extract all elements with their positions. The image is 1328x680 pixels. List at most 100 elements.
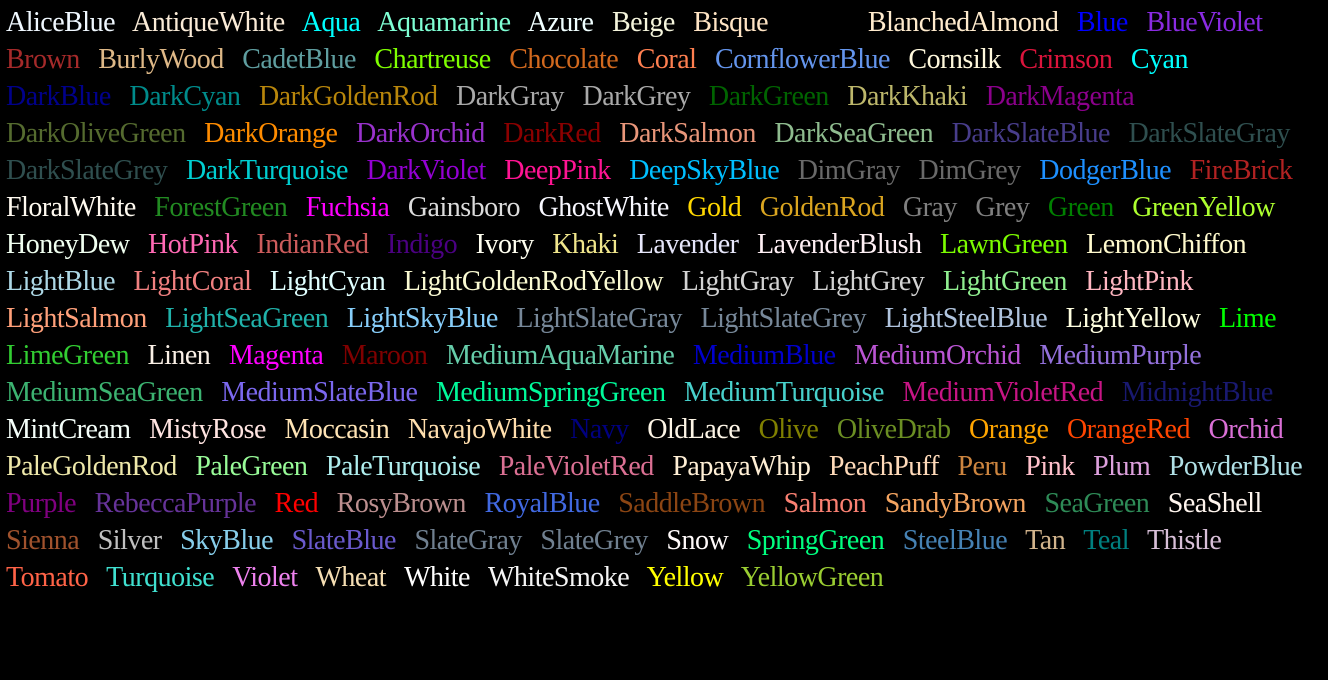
color-name-magenta: Magenta <box>228 340 324 371</box>
color-name-pink: Pink <box>1025 451 1075 482</box>
color-name-darkmagenta: DarkMagenta <box>985 81 1135 112</box>
color-name-honeydew: HoneyDew <box>6 229 130 260</box>
color-name-dimgray: DimGray <box>797 155 901 186</box>
color-name-indianred: IndianRed <box>256 229 369 260</box>
color-name-saddlebrown: SaddleBrown <box>618 488 766 519</box>
color-name-burlywood: BurlyWood <box>98 44 224 75</box>
color-name-greenyellow: GreenYellow <box>1132 192 1275 223</box>
color-name-palevioletred: PaleVioletRed <box>498 451 655 482</box>
color-name-yellow: Yellow <box>646 562 724 593</box>
color-name-white: White <box>404 562 470 593</box>
color-name-aliceblue: AliceBlue <box>6 7 116 38</box>
color-name-skyblue: SkyBlue <box>180 525 274 556</box>
color-name-darkgray: DarkGray <box>456 81 564 112</box>
color-name-lightsalmon: LightSalmon <box>6 303 147 334</box>
color-name-seashell: SeaShell <box>1167 488 1263 519</box>
color-name-moccasin: Moccasin <box>284 414 390 445</box>
color-name-papayawhip: PapayaWhip <box>672 451 811 482</box>
color-name-ghostwhite: GhostWhite <box>538 192 669 223</box>
color-name-lightslategrey: LightSlateGrey <box>700 303 867 334</box>
color-name-wheat: Wheat <box>315 562 387 593</box>
color-name-sienna: Sienna <box>6 525 80 556</box>
color-name-whitesmoke: WhiteSmoke <box>487 562 630 593</box>
color-name-gold: Gold <box>687 192 742 223</box>
color-name-darkblue: DarkBlue <box>6 81 111 112</box>
color-name-slategrey: SlateGrey <box>540 525 648 556</box>
color-name-seagreen: SeaGreen <box>1044 488 1150 519</box>
color-name-mediumseagreen: MediumSeaGreen <box>6 377 203 408</box>
color-name-red: Red <box>274 488 319 519</box>
color-name-tan: Tan <box>1025 525 1066 556</box>
color-name-antiquewhite: AntiqueWhite <box>132 7 285 38</box>
color-name-limegreen: LimeGreen <box>6 340 130 371</box>
color-name-mediumaquamarine: MediumAquaMarine <box>445 340 675 371</box>
color-name-darkviolet: DarkViolet <box>366 155 486 186</box>
color-name-chocolate: Chocolate <box>509 44 619 75</box>
color-name-aquamarine: Aquamarine <box>377 7 511 38</box>
color-name-green: Green <box>1047 192 1114 223</box>
color-name-lawngreen: LawnGreen <box>940 229 1068 260</box>
color-name-cadetblue: CadetBlue <box>242 44 356 75</box>
color-name-chartreuse: Chartreuse <box>374 44 491 75</box>
color-name-gainsboro: Gainsboro <box>407 192 521 223</box>
color-name-lightyellow: LightYellow <box>1065 303 1201 334</box>
color-name-beige: Beige <box>611 7 675 38</box>
color-name-orange: Orange <box>969 414 1049 445</box>
color-name-lightgoldenrodyellow: LightGoldenRodYellow <box>403 266 664 297</box>
color-name-bisque: Bisque <box>693 7 769 38</box>
color-name-ivory: Ivory <box>475 229 535 260</box>
color-name-dimgrey: DimGrey <box>918 155 1021 186</box>
color-name-darkorchid: DarkOrchid <box>355 118 485 149</box>
color-name-lime: Lime <box>1218 303 1277 334</box>
color-name-khaki: Khaki <box>552 229 619 260</box>
color-name-lightcyan: LightCyan <box>269 266 386 297</box>
color-name-mediumslateblue: MediumSlateBlue <box>221 377 418 408</box>
color-name-navajowhite: NavajoWhite <box>407 414 552 445</box>
color-name-tomato: Tomato <box>6 562 89 593</box>
color-name-paleturquoise: PaleTurquoise <box>325 451 481 482</box>
color-name-orchid: Orchid <box>1208 414 1284 445</box>
color-name-indigo: Indigo <box>387 229 458 260</box>
color-name-darkorange: DarkOrange <box>204 118 338 149</box>
color-name-lavenderblush: LavenderBlush <box>756 229 922 260</box>
color-name-cornflowerblue: CornflowerBlue <box>714 44 890 75</box>
color-name-slateblue: SlateBlue <box>291 525 397 556</box>
color-name-rosybrown: RosyBrown <box>336 488 467 519</box>
color-name-midnightblue: MidnightBlue <box>1121 377 1274 408</box>
color-name-goldenrod: GoldenRod <box>759 192 885 223</box>
color-name-yellowgreen: YellowGreen <box>740 562 884 593</box>
color-name-peru: Peru <box>957 451 1007 482</box>
color-name-teal: Teal <box>1083 525 1130 556</box>
color-name-darkslategray: DarkSlateGray <box>1128 118 1290 149</box>
color-name-springgreen: SpringGreen <box>746 525 885 556</box>
color-name-rebeccapurple: RebeccaPurple <box>94 488 257 519</box>
color-name-thistle: Thistle <box>1147 525 1222 556</box>
color-name-sandybrown: SandyBrown <box>884 488 1027 519</box>
color-name-darkturquoise: DarkTurquoise <box>185 155 349 186</box>
color-name-lightslategray: LightSlateGray <box>516 303 682 334</box>
color-name-snow: Snow <box>666 525 729 556</box>
color-name-olive: Olive <box>758 414 819 445</box>
color-name-hotpink: HotPink <box>148 229 238 260</box>
color-name-mediumblue: MediumBlue <box>692 340 836 371</box>
color-name-peachpuff: PeachPuff <box>828 451 940 482</box>
color-name-lightgreen: LightGreen <box>942 266 1068 297</box>
color-name-darkkhaki: DarkKhaki <box>847 81 968 112</box>
color-name-lightsteelblue: LightSteelBlue <box>884 303 1048 334</box>
color-name-deeppink: DeepPink <box>504 155 611 186</box>
color-name-darkolivegreen: DarkOliveGreen <box>6 118 186 149</box>
color-name-list: AliceBlue AntiqueWhite Aqua Aquamarine A… <box>0 0 1328 680</box>
color-name-firebrick: FireBrick <box>1189 155 1293 186</box>
color-name-darkslategrey: DarkSlateGrey <box>6 155 168 186</box>
color-name-royalblue: RoyalBlue <box>484 488 600 519</box>
color-name-mistyrose: MistyRose <box>149 414 266 445</box>
color-name-darkgrey: DarkGrey <box>582 81 691 112</box>
color-name-crimson: Crimson <box>1019 44 1113 75</box>
color-name-brown: Brown <box>6 44 80 75</box>
color-name-darkslateblue: DarkSlateBlue <box>951 118 1111 149</box>
color-name-navy: Navy <box>570 414 629 445</box>
color-name-salmon: Salmon <box>783 488 867 519</box>
color-name-dodgerblue: DodgerBlue <box>1039 155 1172 186</box>
color-name-lemonchiffon: LemonChiffon <box>1086 229 1247 260</box>
color-name-lavender: Lavender <box>636 229 739 260</box>
